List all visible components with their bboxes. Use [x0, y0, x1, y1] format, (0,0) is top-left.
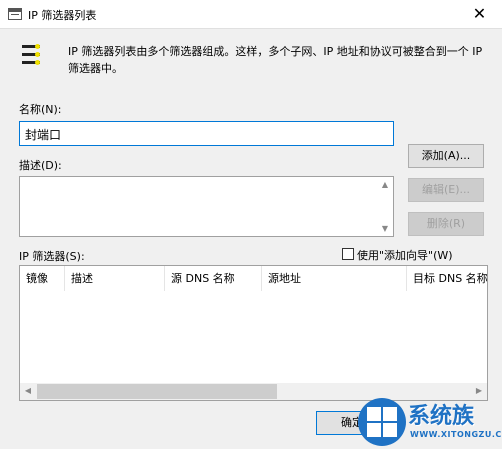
filter-list-icon [22, 42, 44, 72]
name-label: 名称(N): [19, 103, 62, 116]
scroll-down-icon[interactable]: ▼ [377, 224, 393, 233]
scroll-right-icon[interactable]: ▶ [471, 386, 487, 395]
column-header-mirror[interactable]: 镜像 [20, 266, 65, 291]
windows-logo-icon [358, 398, 406, 446]
column-header-dest-dns[interactable]: 目标 DNS 名称 [407, 266, 487, 291]
description-textarea[interactable]: ▲ ▼ [19, 176, 394, 237]
close-button[interactable]: ✕ [457, 0, 502, 29]
scrollbar-thumb[interactable] [37, 384, 277, 399]
watermark-url: WWW.XITONGZU.COM [410, 430, 502, 439]
title-bar: IP 筛选器列表 ✕ [0, 0, 502, 29]
description-label: 描述(D): [19, 159, 62, 172]
ip-filter-list[interactable]: 镜像 描述 源 DNS 名称 源地址 目标 DNS 名称 ◀ ▶ [19, 265, 488, 401]
scroll-left-icon[interactable]: ◀ [20, 386, 36, 395]
column-header-description[interactable]: 描述 [65, 266, 165, 291]
add-wizard-label[interactable]: 使用"添加向导"(W) [357, 247, 453, 263]
delete-button[interactable]: 删除(R) [408, 212, 484, 236]
watermark-title: 系统族 [408, 404, 475, 429]
edit-button[interactable]: 编辑(E)... [408, 178, 484, 202]
window-title: IP 筛选器列表 [28, 9, 97, 22]
intro-text-line2: 筛选器中。 [68, 62, 123, 75]
intro-text-line1: IP 筛选器列表由多个筛选器组成。这样，多个子网、IP 地址和协议可被整合到一个… [68, 45, 483, 58]
window-icon [8, 8, 22, 20]
description-scrollbar[interactable]: ▲ ▼ [377, 177, 393, 236]
column-header-source-address[interactable]: 源地址 [262, 266, 407, 291]
add-wizard-checkbox[interactable] [342, 248, 354, 260]
intro-text: IP 筛选器列表由多个筛选器组成。这样，多个子网、IP 地址和协议可被整合到一个… [68, 43, 488, 77]
add-button[interactable]: 添加(A)... [408, 144, 484, 168]
scroll-up-icon[interactable]: ▲ [377, 180, 393, 189]
site-watermark: 系统族 WWW.XITONGZU.COM [358, 396, 502, 449]
ip-filters-label: IP 筛选器(S): [19, 250, 85, 263]
column-header-source-dns[interactable]: 源 DNS 名称 [165, 266, 262, 291]
name-input[interactable]: 封端口 [19, 121, 394, 146]
